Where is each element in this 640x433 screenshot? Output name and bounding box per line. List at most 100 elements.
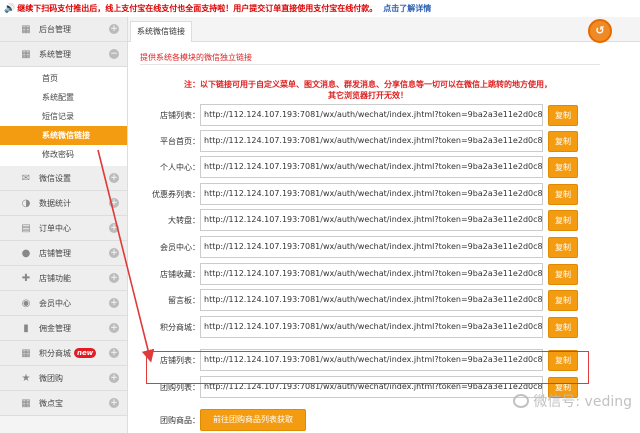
row-label: 团购商品： [160, 416, 200, 425]
submenu-wechat-links[interactable]: 系统微信链接 [0, 126, 127, 145]
link-row: 积分商城： http://112.124.107.193:7081/wx/auth… [128, 316, 640, 340]
copy-button[interactable]: 复制 [548, 157, 578, 178]
sidebar-item-member-center[interactable]: ◉ 会员中心 + [0, 291, 127, 316]
system-submenu: 首页 系统配置 短信记录 系统微信链接 修改密码 [0, 67, 127, 166]
sidebar: ▦ 后台管理 + ▦ 系统管理 − 首页 系统配置 短信记录 系统微信链接 修改… [0, 17, 128, 433]
expand-icon[interactable]: + [109, 348, 119, 358]
row-label: 店铺收藏： [160, 270, 200, 279]
row-label: 会员中心： [160, 243, 200, 252]
sidebar-item-shop-management[interactable]: ● 店铺管理 + [0, 241, 127, 266]
watermark-text: 微信号: veding [533, 394, 632, 410]
expand-icon[interactable]: + [109, 298, 119, 308]
expand-icon[interactable]: + [109, 24, 119, 34]
tab-wechat-links[interactable]: 系统微信链接 [130, 21, 192, 42]
copy-button[interactable]: 复制 [548, 264, 578, 285]
sidebar-item-weidianbao[interactable]: ▦ 微点宝 + [0, 391, 127, 416]
section-title: 提供系统各模块的微信独立链接 [140, 53, 252, 62]
sidebar-item-label: 店铺管理 [39, 248, 71, 258]
speaker-icon: 🔊 [4, 3, 16, 14]
expand-icon[interactable]: + [109, 248, 119, 258]
copy-button[interactable]: 复制 [548, 210, 578, 231]
chart-icon: ◑ [21, 197, 31, 209]
sidebar-item-label: 订单中心 [39, 223, 71, 233]
sidebar-item-label: 佣金管理 [39, 323, 71, 333]
expand-icon[interactable]: + [109, 398, 119, 408]
copy-button[interactable]: 复制 [548, 105, 578, 126]
copy-button[interactable]: 复制 [548, 317, 578, 338]
sidebar-item-label: 系统管理 [39, 49, 71, 59]
new-badge: new [74, 348, 97, 358]
link-url-field[interactable]: http://112.124.107.193:7081/wx/auth/wech… [200, 104, 543, 126]
row-label: 优惠券列表： [152, 190, 200, 199]
gift-icon: ▦ [21, 347, 31, 359]
watermark: 微信号: veding [513, 391, 632, 411]
expand-icon[interactable]: + [109, 323, 119, 333]
group-goods-row: 团购商品： 前往团购商品列表获取 [128, 409, 640, 433]
sidebar-item-label: 微团购 [39, 373, 63, 383]
sidebar-item-statistics[interactable]: ◑ 数据统计 + [0, 191, 127, 216]
expand-icon[interactable]: + [109, 173, 119, 183]
grid-icon: ▦ [21, 48, 31, 60]
sidebar-item-label: 微点宝 [39, 398, 63, 408]
row-label: 店铺列表： [160, 111, 200, 120]
link-url-field[interactable]: http://112.124.107.193:7081/wx/auth/wech… [200, 316, 543, 338]
location-icon: ● [21, 247, 31, 259]
sidebar-item-orders[interactable]: ▤ 订单中心 + [0, 216, 127, 241]
sidebar-item-shop-features[interactable]: ✚ 店铺功能 + [0, 266, 127, 291]
link-row: 个人中心： http://112.124.107.193:7081/wx/auth… [128, 156, 640, 180]
sidebar-item-label: 店铺功能 [39, 273, 71, 283]
copy-button[interactable]: 复制 [548, 184, 578, 205]
link-row: 大转盘： http://112.124.107.193:7081/wx/auth/… [128, 209, 640, 233]
divider [140, 64, 600, 65]
grid-icon: ▦ [21, 23, 31, 35]
link-url-field[interactable]: http://112.124.107.193:7081/wx/auth/wech… [200, 209, 543, 231]
sidebar-item-label: 后台管理 [39, 24, 71, 34]
sidebar-item-group-buy[interactable]: ★ 微团购 + [0, 366, 127, 391]
expand-icon[interactable]: + [109, 223, 119, 233]
sidebar-item-points-mall[interactable]: ▦ 积分商城 new + [0, 341, 127, 366]
link-url-field[interactable]: http://112.124.107.193:7081/wx/auth/wech… [200, 183, 543, 205]
sidebar-item-system[interactable]: ▦ 系统管理 − [0, 42, 127, 67]
back-arrow-icon[interactable]: ↺ [588, 19, 612, 43]
collapse-icon[interactable]: − [109, 49, 119, 59]
link-url-field[interactable]: http://112.124.107.193:7081/wx/auth/wech… [200, 263, 543, 285]
copy-button[interactable]: 复制 [548, 131, 578, 152]
wechat-icon [513, 394, 530, 408]
expand-icon[interactable]: + [109, 198, 119, 208]
sidebar-item-label: 积分商城 [39, 348, 71, 358]
grid-icon: ▦ [21, 397, 31, 409]
go-group-goods-button[interactable]: 前往团购商品列表获取 [200, 409, 306, 431]
submenu-change-password[interactable]: 修改密码 [0, 145, 127, 164]
link-url-field[interactable]: http://112.124.107.193:7081/wx/auth/wech… [200, 289, 543, 311]
notice-bar: 🔊 继续下扫码支付推出后，线上支付宝在线支付也全面支持啦！用户提交订单直接使用支… [0, 0, 640, 17]
link-url-field[interactable]: http://112.124.107.193:7081/wx/auth/wech… [200, 130, 543, 152]
link-row: 优惠券列表： http://112.124.107.193:7081/wx/aut… [128, 183, 640, 207]
submenu-system-config[interactable]: 系统配置 [0, 88, 127, 107]
list-icon: ▤ [21, 222, 31, 234]
copy-button[interactable]: 复制 [548, 237, 578, 258]
link-row: 留言板： http://112.124.107.193:7081/wx/auth/… [128, 289, 640, 313]
sidebar-item-backend[interactable]: ▦ 后台管理 + [0, 17, 127, 42]
notice-details-link[interactable]: 点击了解详情 [383, 3, 431, 14]
usage-tip: 注：以下链接可用于自定义菜单、图文消息、群发消息、分享信息等一切可以在微信上跳转… [178, 79, 558, 101]
sidebar-item-wechat-settings[interactable]: ✉ 微信设置 + [0, 166, 127, 191]
expand-icon[interactable]: + [109, 273, 119, 283]
link-row: 平台首页： http://112.124.107.193:7081/wx/auth… [128, 130, 640, 154]
link-url-field[interactable]: http://112.124.107.193:7081/wx/auth/wech… [200, 156, 543, 178]
tip-line-2: 其它浏览器打开无效！ [328, 91, 408, 100]
row-label: 平台首页： [160, 137, 200, 146]
link-row: 店铺收藏： http://112.124.107.193:7081/wx/auth… [128, 263, 640, 287]
link-url-field[interactable]: http://112.124.107.193:7081/wx/auth/wech… [200, 236, 543, 258]
notice-text: 继续下扫码支付推出后，线上支付宝在线支付也全面支持啦！用户提交订单直接使用支付宝… [17, 4, 378, 13]
sidebar-item-commission[interactable]: ▮ 佣金管理 + [0, 316, 127, 341]
copy-button[interactable]: 复制 [548, 290, 578, 311]
mail-icon: ✉ [21, 172, 31, 184]
member-icon: ◉ [21, 297, 31, 309]
expand-icon[interactable]: + [109, 373, 119, 383]
group-icon: ★ [21, 372, 31, 384]
submenu-sms-records[interactable]: 短信记录 [0, 107, 127, 126]
row-label: 大转盘： [168, 216, 200, 225]
submenu-home[interactable]: 首页 [0, 69, 127, 88]
money-icon: ▮ [23, 322, 29, 334]
link-row: 会员中心： http://112.124.107.193:7081/wx/auth… [128, 236, 640, 260]
